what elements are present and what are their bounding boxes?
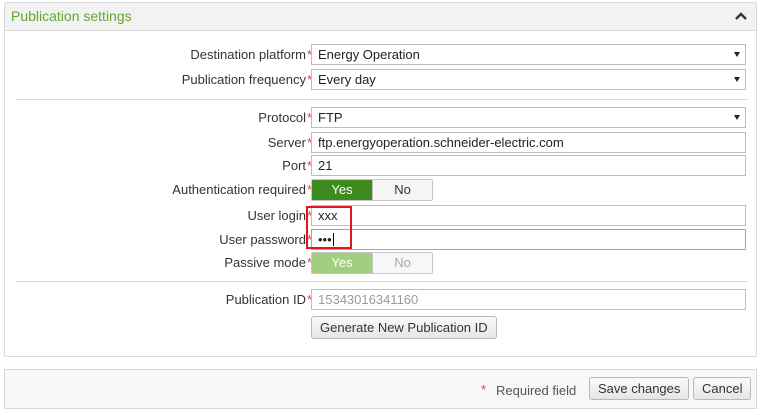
protocol-select[interactable]: FTP: [311, 107, 746, 128]
user-password-input[interactable]: •••: [311, 229, 746, 250]
credentials-highlight-box: [306, 206, 352, 249]
passive-mode-row: Passive mode * Yes No: [5, 252, 756, 274]
publication-id-row: Publication ID * 15343016341160: [5, 289, 756, 311]
server-label: Server: [267, 135, 306, 150]
chevron-up-icon[interactable]: [734, 11, 748, 21]
protocol-value: FTP: [318, 110, 343, 125]
port-row: Port * 21: [5, 155, 756, 177]
publication-id-input[interactable]: 15343016341160: [311, 289, 746, 310]
save-changes-button[interactable]: Save changes: [589, 377, 690, 400]
required-mark: *: [481, 382, 487, 397]
cancel-button[interactable]: Cancel: [693, 377, 752, 400]
server-row: Server * ftp.energyoperation.schneider-e…: [5, 132, 756, 154]
passive-mode-yes-option: Yes: [312, 253, 372, 273]
protocol-row: Protocol * FTP: [5, 107, 756, 129]
destination-platform-value: Energy Operation: [318, 47, 420, 62]
section-divider: [15, 99, 748, 100]
section-divider: [15, 281, 748, 282]
publication-id-label: Publication ID: [225, 292, 306, 307]
passive-mode-toggle: Yes No: [311, 252, 433, 274]
required-field-note: Required field: [496, 383, 577, 398]
generate-publication-id-button[interactable]: Generate New Publication ID: [311, 316, 497, 339]
port-label: Port: [282, 158, 306, 173]
passive-mode-no-option: No: [372, 253, 432, 273]
server-input[interactable]: ftp.energyoperation.schneider-electric.c…: [311, 132, 746, 153]
user-login-label: User login: [247, 208, 306, 223]
dropdown-arrow-icon: [734, 77, 740, 82]
user-login-input[interactable]: xxx: [311, 205, 746, 226]
dropdown-arrow-icon: [734, 52, 740, 57]
destination-platform-row: Destination platform * Energy Operation: [5, 44, 756, 66]
panel-title: Publication settings: [11, 8, 132, 24]
authentication-required-toggle: Yes No: [311, 179, 433, 201]
destination-platform-label: Destination platform: [190, 47, 306, 62]
user-password-label: User password: [219, 232, 306, 247]
form-footer: * Required field Save changes Cancel: [4, 369, 757, 409]
panel-header[interactable]: Publication settings: [5, 3, 756, 31]
publication-frequency-label: Publication frequency: [181, 72, 306, 87]
destination-platform-select[interactable]: Energy Operation: [311, 44, 746, 65]
dropdown-arrow-icon: [734, 115, 740, 120]
port-input[interactable]: 21: [311, 155, 746, 176]
publication-frequency-value: Every day: [318, 72, 376, 87]
authentication-required-label: Authentication required: [172, 182, 306, 197]
authentication-no-option[interactable]: No: [372, 180, 432, 200]
protocol-label: Protocol: [258, 110, 306, 125]
publication-settings-panel: Publication settings Destination platfor…: [4, 2, 757, 357]
authentication-yes-option[interactable]: Yes: [312, 180, 372, 200]
passive-mode-label: Passive mode: [224, 255, 306, 270]
authentication-required-row: Authentication required * Yes No: [5, 179, 756, 201]
publication-frequency-select[interactable]: Every day: [311, 69, 746, 90]
publication-frequency-row: Publication frequency * Every day: [5, 69, 756, 91]
user-password-row: User password * •••: [5, 229, 756, 251]
user-login-row: User login * xxx: [5, 205, 756, 227]
